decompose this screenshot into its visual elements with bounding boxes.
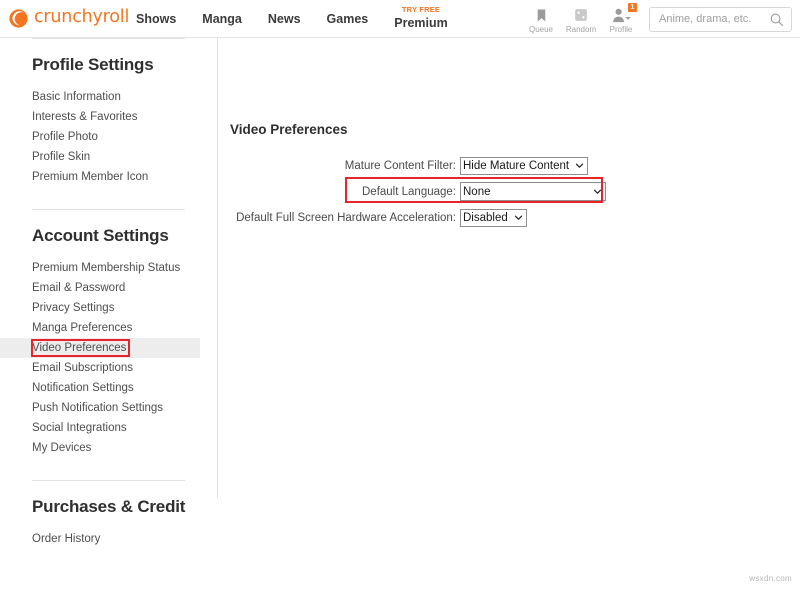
sidebar-item-order-history[interactable]: Order History xyxy=(0,529,217,549)
main-nav: Shows Manga News Games TRY FREE Premium xyxy=(136,0,448,38)
crunchyroll-logo-icon xyxy=(8,8,29,29)
sidebar-heading-purchases-credit: Purchases & Credit xyxy=(0,481,217,529)
hardware-acceleration-value: Disabled xyxy=(463,210,512,226)
random-label: Random xyxy=(561,26,601,34)
logo-wordmark: crunchyroll xyxy=(34,9,129,27)
sidebar-item-profile-photo[interactable]: Profile Photo xyxy=(0,127,217,147)
hardware-acceleration-label: Default Full Screen Hardware Acceleratio… xyxy=(230,212,460,224)
hardware-acceleration-select[interactable]: Disabled xyxy=(460,209,527,227)
queue-button[interactable]: Queue xyxy=(521,5,561,34)
profile-label: Profile xyxy=(601,26,641,34)
chevron-down-icon xyxy=(592,187,603,196)
sidebar-item-push-notification-settings[interactable]: Push Notification Settings xyxy=(0,398,217,418)
sidebar-section-account-settings: Account Settings Premium Membership Stat… xyxy=(0,209,217,458)
sidebar-heading-profile-settings: Profile Settings xyxy=(0,39,217,87)
default-language-value: None xyxy=(463,184,495,200)
sidebar-item-privacy-settings[interactable]: Privacy Settings xyxy=(0,298,217,318)
sidebar-item-premium-member-icon[interactable]: Premium Member Icon xyxy=(0,167,217,187)
chevron-down-icon xyxy=(513,213,524,222)
sidebar-item-profile-skin[interactable]: Profile Skin xyxy=(0,147,217,167)
search-box[interactable] xyxy=(649,7,792,32)
queue-label: Queue xyxy=(521,26,561,34)
video-preferences-form: Mature Content Filter: Hide Mature Conte… xyxy=(230,153,630,230)
dice-icon xyxy=(561,7,601,24)
sidebar-item-notification-settings[interactable]: Notification Settings xyxy=(0,378,217,398)
field-row-hardware-acceleration: Default Full Screen Hardware Acceleratio… xyxy=(230,205,630,230)
sidebar-section-purchases-credit: Purchases & Credit Order History xyxy=(0,480,217,549)
field-row-mature-content-filter: Mature Content Filter: Hide Mature Conte… xyxy=(230,153,630,178)
premium-label: Premium xyxy=(394,16,448,30)
sidebar-item-interests-favorites[interactable]: Interests & Favorites xyxy=(0,107,217,127)
nav-item-premium[interactable]: TRY FREE Premium xyxy=(394,9,448,30)
mature-content-filter-select[interactable]: Hide Mature Content xyxy=(460,157,588,175)
site-header: crunchyroll Shows Manga News Games TRY F… xyxy=(0,0,800,38)
header-utilities: Queue Random 1 Profile xyxy=(521,0,792,38)
main-content: Video Preferences Mature Content Filter:… xyxy=(218,38,800,231)
search-icon[interactable] xyxy=(768,11,784,27)
page-title: Video Preferences xyxy=(230,122,800,137)
nav-item-games[interactable]: Games xyxy=(327,12,369,26)
sidebar-heading-account-settings: Account Settings xyxy=(0,210,217,258)
sidebar-item-premium-membership-status[interactable]: Premium Membership Status xyxy=(0,258,217,278)
default-language-select[interactable]: None xyxy=(460,182,606,201)
mature-content-filter-label: Mature Content Filter: xyxy=(230,160,460,172)
watermark: wsxdn.com xyxy=(749,574,792,583)
chevron-down-icon xyxy=(574,161,585,170)
sidebar-item-my-devices[interactable]: My Devices xyxy=(0,438,217,458)
mature-content-filter-value: Hide Mature Content xyxy=(463,158,573,174)
field-row-default-language: Default Language: None xyxy=(230,179,630,204)
sidebar-item-email-password[interactable]: Email & Password xyxy=(0,278,217,298)
nav-item-shows[interactable]: Shows xyxy=(136,12,176,26)
sidebar-item-label: Video Preferences xyxy=(32,342,126,354)
crunchyroll-logo[interactable]: crunchyroll xyxy=(8,5,129,31)
nav-item-news[interactable]: News xyxy=(268,12,301,26)
bookmark-icon xyxy=(521,7,561,24)
profile-icon: 1 xyxy=(601,7,641,24)
sidebar-section-profile-settings: Profile Settings Basic Information Inter… xyxy=(0,38,217,187)
nav-item-manga[interactable]: Manga xyxy=(202,12,242,26)
random-button[interactable]: Random xyxy=(561,5,601,34)
sidebar-item-email-subscriptions[interactable]: Email Subscriptions xyxy=(0,358,217,378)
page-body: Profile Settings Basic Information Inter… xyxy=(0,38,800,589)
sidebar-item-social-integrations[interactable]: Social Integrations xyxy=(0,418,217,438)
search-input[interactable] xyxy=(657,12,768,26)
sidebar-item-basic-information[interactable]: Basic Information xyxy=(0,87,217,107)
premium-eyebrow: TRY FREE xyxy=(394,5,448,14)
profile-button[interactable]: 1 Profile xyxy=(601,5,641,34)
default-language-label: Default Language: xyxy=(230,186,460,198)
sidebar-item-manga-preferences[interactable]: Manga Preferences xyxy=(0,318,217,338)
profile-notification-badge: 1 xyxy=(628,3,637,12)
settings-sidebar: Profile Settings Basic Information Inter… xyxy=(0,38,218,498)
sidebar-item-video-preferences[interactable]: Video Preferences xyxy=(0,338,200,358)
